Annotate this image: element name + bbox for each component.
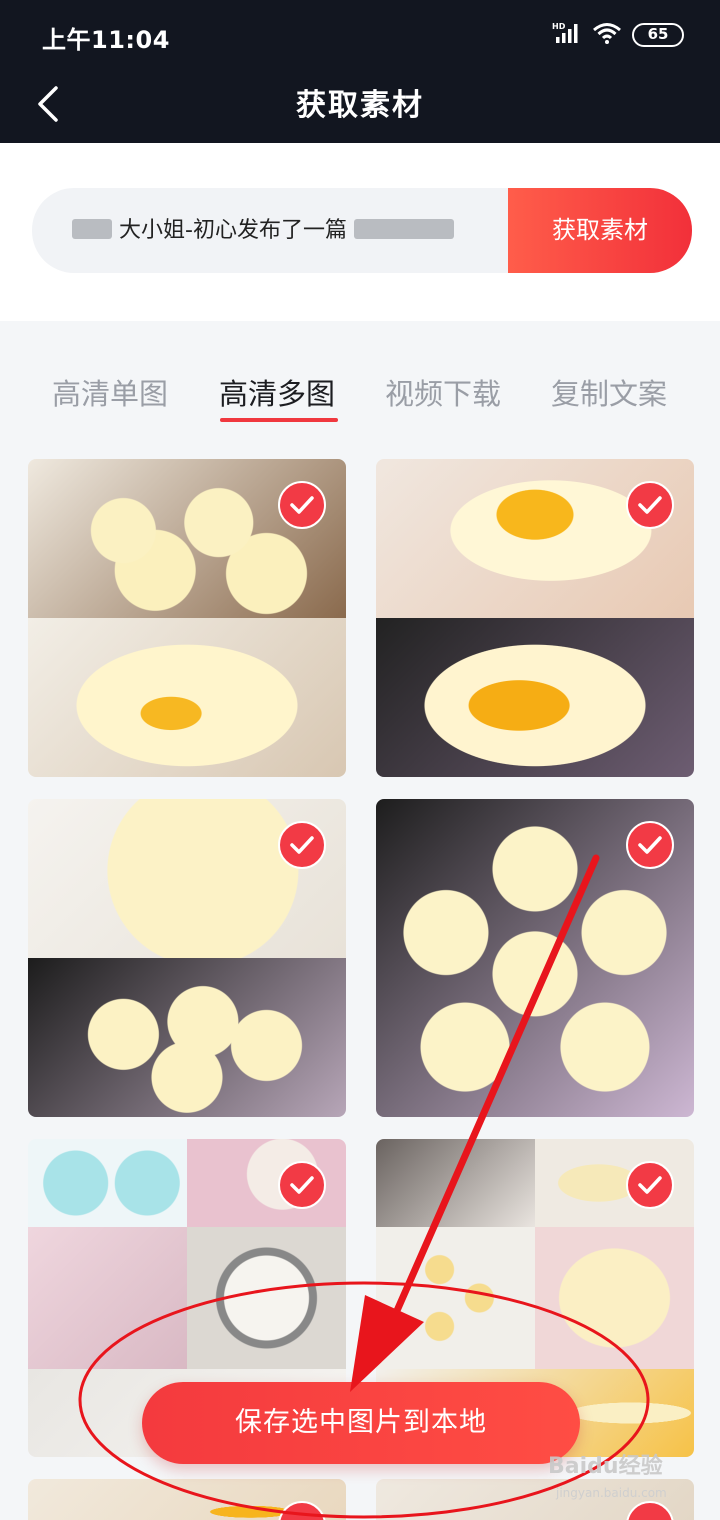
page-title: 获取素材 [296,88,424,123]
selected-check-icon[interactable] [626,1161,674,1209]
prep-photo [28,1139,187,1227]
url-visible-text: 大小姐-初心发布了一篇 [119,218,347,243]
network-type-label: HD [552,22,566,31]
selected-check-icon[interactable] [626,821,674,869]
prep-photo [376,1139,535,1227]
prep-photo [376,1227,535,1369]
food-photo [28,958,346,1117]
url-input-value: 大小姐-初心发布了一篇 [72,188,454,273]
tab-bar: 高清单图 高清多图 视频下载 复制文案 [0,321,720,441]
selected-check-icon[interactable] [278,1161,326,1209]
image-item[interactable] [28,799,346,1117]
selected-check-icon[interactable] [278,481,326,529]
prep-photo [187,1227,346,1369]
watermark-logo: Baidu经验 [548,1454,663,1479]
nav-bar: 获取素材 [0,70,720,143]
selected-check-icon[interactable] [278,821,326,869]
wifi-icon [592,21,622,49]
image-item[interactable] [28,459,346,777]
signal-icon: HD [552,21,582,49]
tab-video-download[interactable]: 视频下载 [385,371,501,413]
blurred-text [353,219,454,239]
battery-icon: 65 [632,23,684,47]
food-photo [376,618,694,777]
tab-copy-text[interactable]: 复制文案 [551,371,667,413]
prep-photo [535,1227,694,1369]
blurred-text [72,219,112,239]
status-bar: 上午11:04 HD 65 [0,0,720,70]
watermark-url: jingyan.baidu.com [556,1486,667,1500]
image-item[interactable] [376,459,694,777]
active-tab-indicator [220,418,338,422]
tab-hd-multi[interactable]: 高清多图 [219,371,335,413]
prep-photo [28,1227,187,1369]
url-section: 大小姐-初心发布了一篇 获取素材 [0,143,720,321]
image-item[interactable] [28,1479,346,1520]
image-item[interactable] [376,799,694,1117]
url-input[interactable]: 大小姐-初心发布了一篇 [32,188,522,273]
status-time: 上午11:04 [42,26,170,54]
fetch-material-button[interactable]: 获取素材 [508,188,692,273]
save-selected-button[interactable]: 保存选中图片到本地 [142,1382,580,1464]
tab-hd-single[interactable]: 高清单图 [52,371,168,413]
status-icons: HD 65 [552,20,684,50]
food-photo [28,618,346,777]
selected-check-icon[interactable] [626,481,674,529]
